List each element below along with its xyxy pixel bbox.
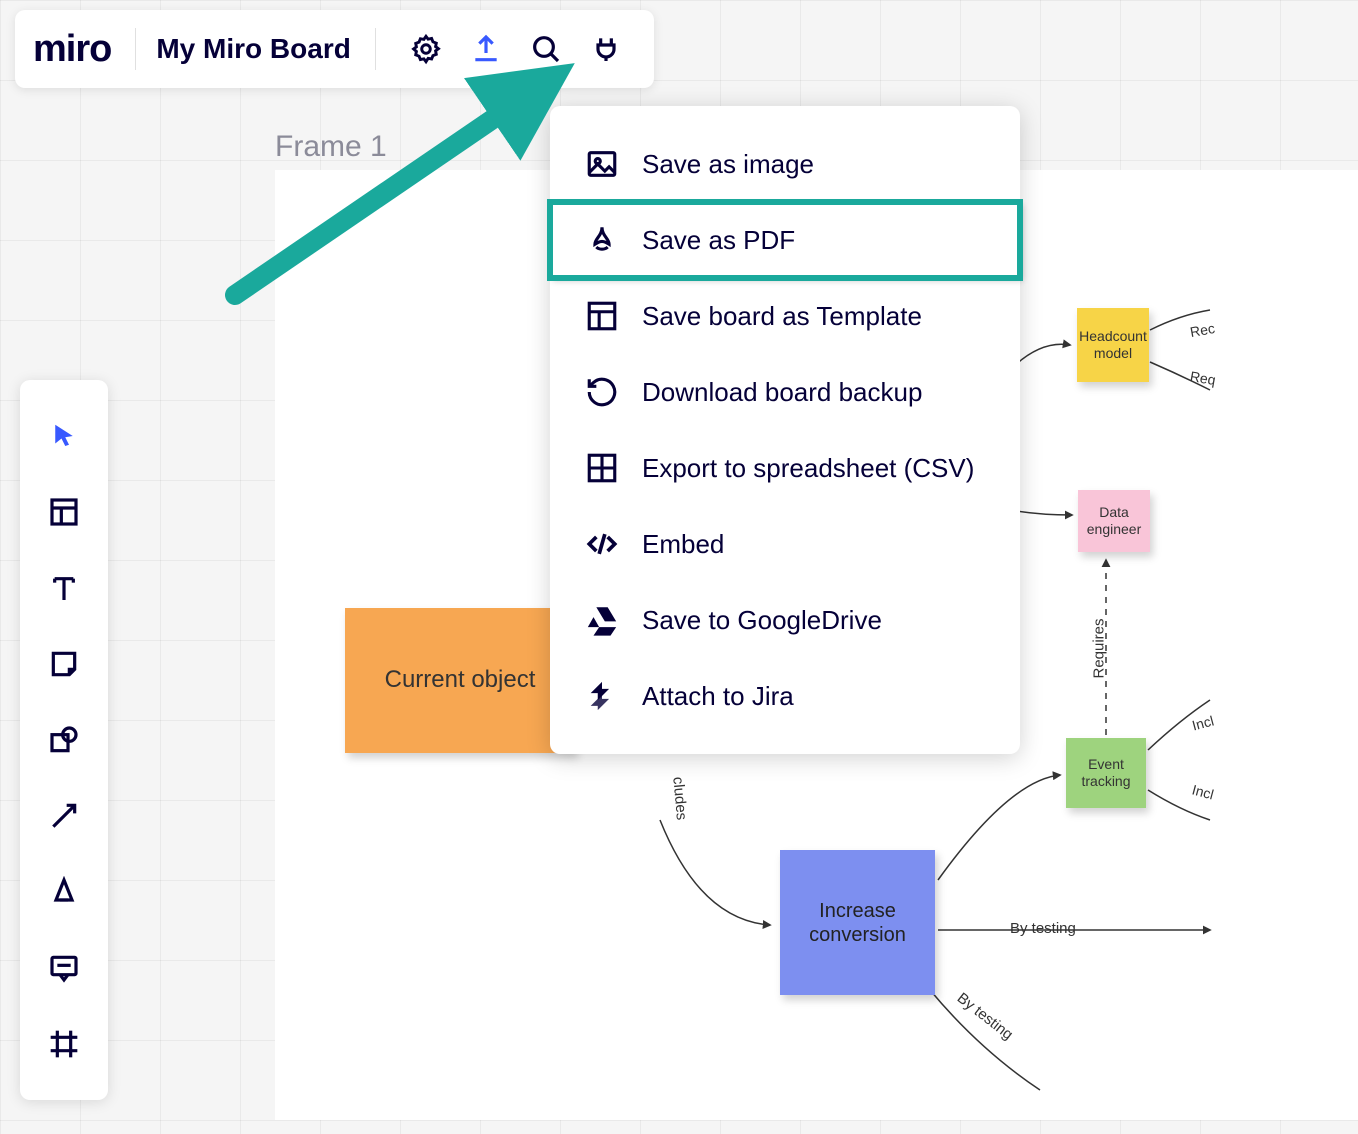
sticky-headcount-model[interactable]: Headcount model [1077, 308, 1149, 382]
sticky-current-object[interactable]: Current object [345, 608, 575, 753]
settings-button[interactable] [404, 27, 448, 71]
apps-button[interactable] [584, 27, 628, 71]
sticky-text: Headcount model [1079, 328, 1147, 362]
pdf-icon [584, 222, 620, 258]
tool-text[interactable] [42, 566, 86, 610]
cursor-icon [49, 421, 79, 451]
template-tool-icon [48, 496, 80, 528]
sticky-data-engineer[interactable]: Data engineer [1078, 490, 1150, 552]
menu-item-attach-jira[interactable]: Attach to Jira [550, 658, 1020, 734]
menu-item-download-backup[interactable]: Download board backup [550, 354, 1020, 430]
export-button[interactable] [464, 27, 508, 71]
menu-item-label: Save to GoogleDrive [642, 605, 882, 636]
template-icon [584, 298, 620, 334]
divider [135, 28, 136, 70]
left-toolbar [20, 380, 108, 1100]
export-icon [470, 33, 502, 65]
sticky-increase-conversion[interactable]: Increase conversion [780, 850, 935, 995]
tool-comment[interactable] [42, 946, 86, 990]
pen-icon [48, 876, 80, 908]
embed-icon [584, 526, 620, 562]
backup-icon [584, 374, 620, 410]
sticky-text: Current object [385, 666, 536, 695]
gear-icon [410, 33, 442, 65]
tool-cursor[interactable] [42, 414, 86, 458]
menu-item-save-google-drive[interactable]: Save to GoogleDrive [550, 582, 1020, 658]
top-bar: miro My Miro Board [15, 10, 654, 88]
menu-item-label: Export to spreadsheet (CSV) [642, 453, 974, 484]
menu-item-save-as-template[interactable]: Save board as Template [550, 278, 1020, 354]
menu-item-label: Download board backup [642, 377, 922, 408]
edge-label-by-testing: By testing [1010, 920, 1076, 937]
divider [375, 28, 376, 70]
board-title[interactable]: My Miro Board [156, 33, 350, 65]
search-button[interactable] [524, 27, 568, 71]
miro-logo[interactable]: miro [33, 28, 135, 71]
menu-item-embed[interactable]: Embed [550, 506, 1020, 582]
tool-template[interactable] [42, 490, 86, 534]
menu-item-label: Save as PDF [642, 225, 795, 256]
google-drive-icon [584, 602, 620, 638]
sticky-text: Increase conversion [786, 899, 929, 947]
export-menu: Save as image Save as PDF Save board as … [550, 106, 1020, 754]
menu-item-save-as-pdf[interactable]: Save as PDF [550, 202, 1020, 278]
edge-label-includes: cludes [669, 776, 690, 821]
menu-item-label: Save board as Template [642, 301, 922, 332]
image-icon [584, 146, 620, 182]
tool-shape[interactable] [42, 718, 86, 762]
tool-frame[interactable] [42, 1022, 86, 1066]
menu-item-export-csv[interactable]: Export to spreadsheet (CSV) [550, 430, 1020, 506]
plug-icon [590, 33, 622, 65]
tool-pen[interactable] [42, 870, 86, 914]
spreadsheet-icon [584, 450, 620, 486]
shape-icon [48, 724, 80, 756]
tool-connector[interactable] [42, 794, 86, 838]
search-icon [530, 33, 562, 65]
menu-item-label: Save as image [642, 149, 814, 180]
connector-icon [48, 800, 80, 832]
frame-icon [48, 1028, 80, 1060]
menu-item-label: Embed [642, 529, 724, 560]
comment-icon [48, 952, 80, 984]
sticky-text: Event tracking [1072, 756, 1140, 790]
sticky-text: Data engineer [1084, 504, 1144, 538]
menu-item-label: Attach to Jira [642, 681, 794, 712]
edge-label-requires: Requires [1091, 618, 1108, 678]
menu-item-save-as-image[interactable]: Save as image [550, 126, 1020, 202]
sticky-event-tracking[interactable]: Event tracking [1066, 738, 1146, 808]
frame-label[interactable]: Frame 1 [275, 130, 387, 164]
text-icon [48, 572, 80, 604]
tool-sticky-note[interactable] [42, 642, 86, 686]
jira-icon [584, 678, 620, 714]
sticky-note-icon [48, 648, 80, 680]
